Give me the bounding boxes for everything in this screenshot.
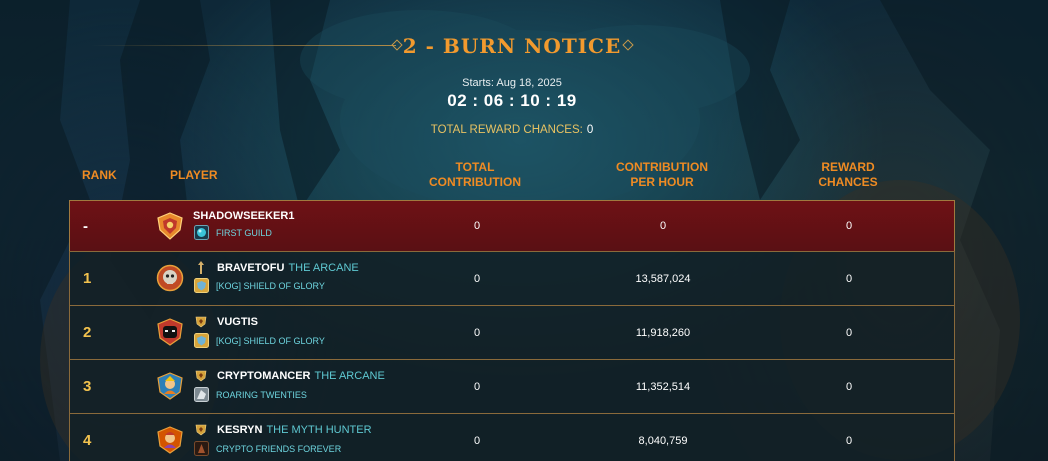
total-contribution-value: 0	[473, 380, 481, 393]
column-header-line: PER HOUR	[630, 175, 694, 189]
contribution-per-hour-value: 0	[659, 220, 667, 232]
guild-name[interactable]: FIRST GUILD	[216, 228, 272, 238]
column-header-line: TOTAL	[455, 160, 495, 174]
rank-crest-icon	[195, 424, 207, 436]
dark-guild-icon	[194, 441, 209, 456]
shield-crest-avatar-icon[interactable]	[156, 212, 184, 240]
skull-avatar-icon[interactable]	[156, 264, 184, 292]
reward-chances-value: 0	[845, 220, 853, 232]
guild-name[interactable]: [KOG] SHIELD OF GLORY	[216, 281, 325, 291]
rank-crest-icon	[195, 370, 207, 382]
rank-crest-icon	[195, 316, 207, 328]
player-title: THE ARCANE	[288, 262, 359, 274]
column-header-reward-chances: REWARD CHANCES	[783, 160, 913, 190]
countdown-timer: 02 : 06 : 10 : 19	[447, 91, 577, 110]
shield-guild-icon	[194, 278, 209, 293]
mask-avatar-icon[interactable]	[156, 318, 184, 346]
rank-value: 4	[83, 432, 92, 449]
player-name[interactable]: SHADOWSEEKER1	[193, 210, 294, 222]
blue-orb-guild-icon	[194, 225, 209, 240]
wolf-guild-icon	[194, 387, 209, 402]
reward-chances-value: 0	[845, 326, 853, 339]
player-title: THE ARCANE	[314, 370, 385, 382]
rank-value: 3	[83, 378, 92, 395]
shield-guild-icon	[194, 333, 209, 348]
reward-chances-value: 0	[845, 434, 853, 447]
reward-chances-value: 0	[845, 380, 853, 393]
leaderboard-row[interactable]: 1 BRAVETOFU THE ARCANE [KOG] SHIELD OF GL…	[69, 251, 955, 305]
rank-crest-icon	[198, 261, 204, 274]
leaderboard-row[interactable]: 3 CRYPTOMANCER THE ARCANE ROARING TWENTIE…	[69, 359, 955, 413]
total-contribution-value: 0	[473, 220, 481, 232]
rank-value: -	[83, 217, 88, 235]
column-header-contribution-per-hour: CONTRIBUTION PER HOUR	[597, 160, 727, 190]
character-avatar-icon[interactable]	[156, 426, 184, 454]
player-name[interactable]: KESRYN THE MYTH HUNTER	[217, 424, 372, 436]
guild-name[interactable]: ROARING TWENTIES	[216, 390, 307, 400]
leaderboard-table: - SHADOWSEEKER1 FIRST GUILD 0 0 0 1 BRAV…	[69, 200, 955, 461]
player-name-text: KESRYN	[217, 424, 263, 436]
reward-chances-value: 0	[845, 272, 853, 285]
contribution-per-hour-value: 11,352,514	[635, 380, 691, 393]
column-header-line: CONTRIBUTION	[429, 175, 521, 189]
rank-value: 1	[83, 270, 92, 287]
player-name[interactable]: CRYPTOMANCER THE ARCANE	[217, 370, 385, 382]
player-name-text: SHADOWSEEKER1	[193, 210, 295, 222]
player-name-text: CRYPTOMANCER	[217, 370, 311, 382]
event-title: 2 - BURN NOTICE	[402, 34, 622, 58]
current-player-row[interactable]: - SHADOWSEEKER1 FIRST GUILD 0 0 0	[69, 200, 955, 251]
column-header-rank: RANK	[82, 168, 117, 182]
total-reward-value: 0	[586, 124, 594, 136]
column-header-player: PLAYER	[170, 168, 218, 182]
event-start-date: Starts: Aug 18, 2025	[462, 77, 562, 89]
column-header-line: CHANCES	[818, 175, 878, 189]
event-header: 2 - BURN NOTICE	[0, 30, 1048, 62]
rank-value: 2	[83, 324, 92, 341]
total-contribution-value: 0	[473, 326, 481, 339]
player-title: THE MYTH HUNTER	[266, 424, 372, 436]
total-reward-label: TOTAL REWARD CHANCES:	[430, 124, 583, 136]
column-header-line: REWARD	[821, 160, 875, 174]
character-avatar-icon[interactable]	[156, 372, 184, 400]
contribution-per-hour-value: 13,587,024	[635, 272, 691, 285]
guild-name[interactable]: CRYPTO FRIENDS FOREVER	[216, 444, 341, 454]
column-header-total-contribution: TOTAL CONTRIBUTION	[410, 160, 540, 190]
contribution-per-hour-value: 11,918,260	[635, 326, 691, 339]
player-name[interactable]: VUGTIS	[217, 316, 258, 328]
total-contribution-value: 0	[473, 434, 481, 447]
player-name-text: BRAVETOFU	[217, 262, 285, 274]
player-name[interactable]: BRAVETOFU THE ARCANE	[217, 262, 359, 274]
guild-name[interactable]: [KOG] SHIELD OF GLORY	[216, 336, 325, 346]
player-name-text: VUGTIS	[217, 316, 258, 328]
total-contribution-value: 0	[473, 272, 481, 285]
column-header-line: CONTRIBUTION	[616, 160, 708, 174]
contribution-per-hour-value: 8,040,759	[638, 434, 688, 447]
leaderboard-row[interactable]: 2 VUGTIS [KOG] SHIELD OF GLORY 0 11,918,…	[69, 305, 955, 359]
leaderboard-row[interactable]: 4 KESRYN THE MYTH HUNTER CRYPTO FRIENDS F…	[69, 413, 955, 461]
total-reward-chances: TOTAL REWARD CHANCES: 0	[0, 124, 1024, 136]
